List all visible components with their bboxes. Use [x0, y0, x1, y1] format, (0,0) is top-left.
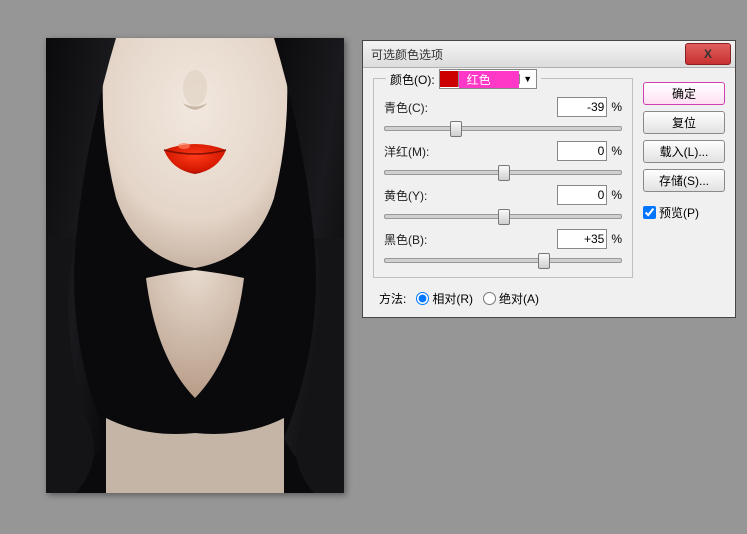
button-panel: 确定 复位 载入(L)... 存储(S)... 预览(P) [643, 78, 725, 307]
slider-1[interactable] [384, 163, 622, 179]
dialog-title: 可选颜色选项 [371, 46, 443, 63]
dropdown-arrow-icon: ▼ [519, 74, 536, 84]
slider-3[interactable] [384, 251, 622, 267]
slider-0[interactable] [384, 119, 622, 135]
track [384, 258, 622, 263]
close-icon: X [704, 47, 712, 61]
unit: % [611, 144, 622, 158]
slider-name: 黄色(Y): [384, 187, 427, 204]
selective-color-dialog: 可选颜色选项 X 颜色(O): 红色 ▼ 青色(C):%洋红(M):%黄色(Y)… [362, 40, 736, 318]
color-dropdown[interactable]: 红色 ▼ [439, 69, 537, 89]
slider-row-0: 青色(C):% [384, 97, 622, 135]
slider-name: 黑色(B): [384, 231, 427, 248]
color-label: 颜色(O): [390, 71, 435, 88]
image-canvas [46, 38, 344, 493]
slider-input-1[interactable] [557, 141, 607, 161]
load-button[interactable]: 载入(L)... [643, 140, 725, 163]
reset-button[interactable]: 复位 [643, 111, 725, 134]
slider-input-0[interactable] [557, 97, 607, 117]
slider-thumb[interactable] [498, 209, 510, 225]
method-row: 方法: 相对(R) 绝对(A) [373, 290, 633, 307]
slider-input-2[interactable] [557, 185, 607, 205]
method-absolute-radio[interactable]: 绝对(A) [483, 290, 539, 307]
method-label: 方法: [379, 290, 406, 307]
options-panel: 颜色(O): 红色 ▼ 青色(C):%洋红(M):%黄色(Y):%黑色(B):%… [373, 78, 643, 307]
color-legend: 颜色(O): 红色 ▼ [386, 69, 541, 89]
preview-check[interactable] [643, 206, 656, 219]
radio-absolute[interactable] [483, 292, 496, 305]
slider-thumb[interactable] [450, 121, 462, 137]
save-button[interactable]: 存储(S)... [643, 169, 725, 192]
portrait-image [46, 38, 344, 493]
slider-name: 洋红(M): [384, 143, 429, 160]
color-name: 红色 [459, 71, 519, 88]
preview-checkbox[interactable]: 预览(P) [643, 204, 725, 221]
unit: % [611, 188, 622, 202]
ok-button[interactable]: 确定 [643, 82, 725, 105]
track [384, 126, 622, 131]
radio-relative[interactable] [416, 292, 429, 305]
method-relative-radio[interactable]: 相对(R) [416, 290, 473, 307]
slider-input-3[interactable] [557, 229, 607, 249]
slider-thumb[interactable] [498, 165, 510, 181]
unit: % [611, 100, 622, 114]
slider-2[interactable] [384, 207, 622, 223]
slider-thumb[interactable] [538, 253, 550, 269]
slider-row-3: 黑色(B):% [384, 229, 622, 267]
titlebar: 可选颜色选项 X [363, 41, 735, 68]
unit: % [611, 232, 622, 246]
color-fieldset: 颜色(O): 红色 ▼ 青色(C):%洋红(M):%黄色(Y):%黑色(B):% [373, 78, 633, 278]
close-button[interactable]: X [685, 43, 731, 65]
slider-row-2: 黄色(Y):% [384, 185, 622, 223]
slider-row-1: 洋红(M):% [384, 141, 622, 179]
slider-name: 青色(C): [384, 99, 428, 116]
color-swatch [440, 71, 459, 87]
